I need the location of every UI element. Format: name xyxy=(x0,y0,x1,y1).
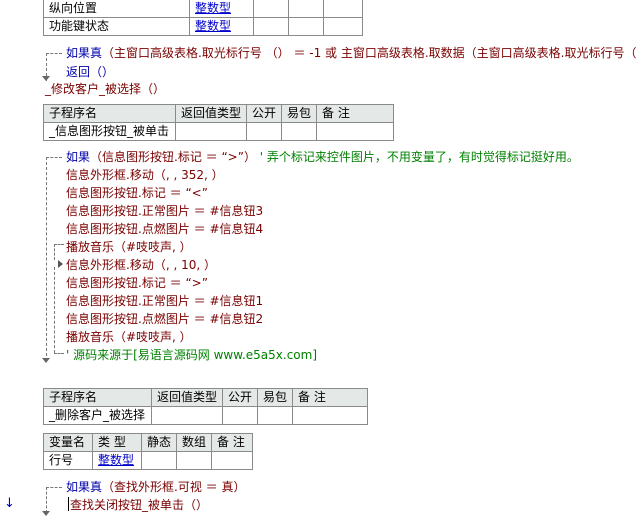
header-cell: 数组 xyxy=(176,433,213,452)
code-line[interactable]: 信息图形按钮.正常图片 ＝ #信息钮1 xyxy=(66,292,263,309)
code-line[interactable]: 信息图形按钮.点燃图片 ＝ #信息钮4 xyxy=(66,220,263,237)
flow-line xyxy=(46,157,62,158)
header-cell: 公开 xyxy=(222,388,259,407)
flow-line xyxy=(46,487,47,513)
empty-cell[interactable] xyxy=(140,451,178,470)
code-line[interactable]: 信息图形按钮.标记 ＝ “>” xyxy=(66,274,208,291)
empty-cell[interactable] xyxy=(288,17,324,36)
code-line[interactable]: 信息图形按钮.正常图片 ＝ #信息钮3 xyxy=(66,202,263,219)
code-line-play-music[interactable]: 播放音乐（#吱吱声, ） xyxy=(66,238,192,255)
empty-cell[interactable] xyxy=(288,0,324,18)
table-row: 纵向位置 整数型 xyxy=(43,0,363,18)
flow-line xyxy=(46,53,62,54)
empty-cell[interactable] xyxy=(292,406,369,425)
header-cell: 静态 xyxy=(140,433,178,452)
header-cell: 公开 xyxy=(246,104,283,123)
subroutine-table: 子程序名 返回值类型 公开 易包 备 注 _信息图形按钮_被单击 xyxy=(43,104,395,141)
table-header-row: 子程序名 返回值类型 公开 易包 备 注 xyxy=(43,104,395,123)
code-line[interactable]: 信息图形按钮.点燃图片 ＝ #信息钮2 xyxy=(66,310,263,327)
empty-cell[interactable] xyxy=(211,451,254,470)
empty-cell[interactable] xyxy=(257,406,294,425)
empty-cell[interactable] xyxy=(323,17,363,36)
header-cell: 易包 xyxy=(281,104,318,123)
var-type-cell[interactable]: 整数型 xyxy=(189,17,254,36)
table-row: _信息图形按钮_被单击 xyxy=(43,122,395,141)
flow-line xyxy=(54,244,64,245)
code-line-return[interactable]: 返回（） xyxy=(66,63,114,80)
empty-cell[interactable] xyxy=(174,122,248,141)
empty-cell[interactable] xyxy=(150,406,224,425)
var-name-cell[interactable]: 行号 xyxy=(43,451,93,470)
empty-cell[interactable] xyxy=(323,0,363,18)
variable-table: 变量名 类 型 静态 数组 备 注 行号 整数型 xyxy=(43,433,254,470)
header-cell: 子程序名 xyxy=(43,104,176,123)
collapse-triangle-icon[interactable] xyxy=(58,260,63,268)
empty-cell[interactable] xyxy=(176,451,213,470)
table-row: _删除客户_被选择 xyxy=(43,406,369,425)
empty-cell[interactable] xyxy=(253,17,289,36)
code-line-comment[interactable]: ' 源码来源于[易语言源码网 www.e5a5x.com] xyxy=(66,346,317,363)
code-line-call[interactable]: 查找关闭按钮_被单击（） xyxy=(70,496,208,513)
flow-line xyxy=(54,244,55,260)
var-name-cell[interactable]: 纵向位置 xyxy=(43,0,190,18)
top-variable-table: 纵向位置 整数型 功能键状态 整数型 xyxy=(43,0,363,36)
header-cell: 变量名 xyxy=(43,433,93,452)
text-cursor xyxy=(68,497,69,511)
empty-cell[interactable] xyxy=(246,122,283,141)
code-line-if[interactable]: 如果（信息图形按钮.标记 ＝ “>”） ' 弄个标记来控件图片，不用变量了，有时… xyxy=(66,148,579,165)
header-cell: 备 注 xyxy=(316,104,395,123)
code-line[interactable]: 信息图形按钮.标记 ＝ “<” xyxy=(66,184,208,201)
subroutine-name-cell[interactable]: _信息图形按钮_被单击 xyxy=(43,122,176,141)
subroutine-name-cell[interactable]: _删除客户_被选择 xyxy=(43,406,152,425)
flow-arrow-icon xyxy=(42,358,50,363)
flow-line xyxy=(46,487,62,488)
var-name-cell[interactable]: 功能键状态 xyxy=(43,17,190,36)
empty-cell[interactable] xyxy=(253,0,289,18)
current-line-arrow-icon[interactable]: ↓ xyxy=(4,496,15,511)
code-line-play-music[interactable]: 播放音乐（#吱吱声, ） xyxy=(66,328,192,345)
var-type-cell[interactable]: 整数型 xyxy=(189,0,254,18)
empty-cell[interactable] xyxy=(316,122,395,141)
empty-cell[interactable] xyxy=(281,122,318,141)
header-cell: 备 注 xyxy=(292,388,369,407)
flow-line xyxy=(54,353,64,354)
header-cell: 易包 xyxy=(257,388,294,407)
header-cell: 返回值类型 xyxy=(150,388,224,407)
code-line-if[interactable]: 如果真（查找外形框.可视 ＝ 真） xyxy=(66,478,245,495)
flow-line xyxy=(54,267,55,353)
header-cell: 备 注 xyxy=(211,433,254,452)
header-cell: 返回值类型 xyxy=(174,104,248,123)
flow-line xyxy=(46,157,47,361)
empty-cell[interactable] xyxy=(222,406,259,425)
table-row: 功能键状态 整数型 xyxy=(43,17,363,36)
table-header-row: 子程序名 返回值类型 公开 易包 备 注 xyxy=(43,388,369,407)
table-row: 行号 整数型 xyxy=(43,451,254,470)
code-line[interactable]: 信息外形框.移动（, , 352, ） xyxy=(66,166,224,183)
code-line-if[interactable]: 如果真（主窗口高级表格.取光标行号 （） ＝ -1 或 主窗口高级表格.取数据（… xyxy=(66,44,637,61)
subroutine-table: 子程序名 返回值类型 公开 易包 备 注 _删除客户_被选择 xyxy=(43,388,369,425)
var-type-cell[interactable]: 整数型 xyxy=(92,451,142,470)
header-cell: 类 型 xyxy=(92,433,142,452)
code-line-sub-call[interactable]: _修改客户_被选择（） xyxy=(45,80,165,97)
table-header-row: 变量名 类 型 静态 数组 备 注 xyxy=(43,433,254,452)
flow-arrow-icon xyxy=(42,511,50,516)
header-cell: 子程序名 xyxy=(43,388,152,407)
code-line[interactable]: 信息外形框.移动（, , 10, ） xyxy=(66,256,216,273)
